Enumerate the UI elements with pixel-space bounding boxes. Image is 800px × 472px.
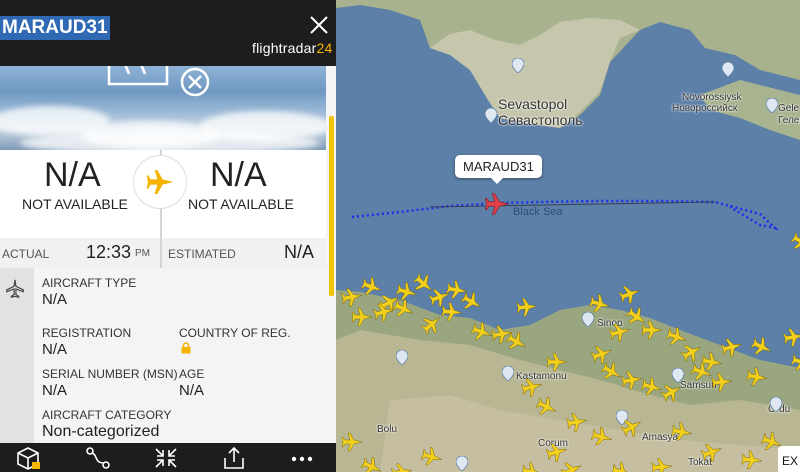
aircraft-photo[interactable]: [0, 66, 326, 150]
airport-pin-icon[interactable]: [512, 58, 524, 73]
registration-value: N/A: [42, 341, 68, 358]
no-photo-cross-icon: [180, 67, 210, 97]
route-plane-badge: [134, 156, 186, 208]
expand-button[interactable]: EX: [778, 446, 800, 472]
registration-label: REGISTRATION: [42, 326, 132, 340]
aircraft-icon-column: [0, 268, 34, 443]
aircraft-type-label: AIRCRAFT TYPE: [42, 276, 137, 290]
estimated-value: N/A: [284, 242, 315, 262]
aircraft-type-icon: [6, 279, 24, 299]
airport-pin-icon[interactable]: [502, 366, 514, 381]
flightradar24-logo: flightradar24: [252, 40, 332, 56]
lock-icon[interactable]: [180, 342, 192, 354]
airport-pin-icon[interactable]: [722, 62, 734, 77]
times-section: ACTUAL 12:33 PM ESTIMATED N/A: [0, 238, 326, 268]
traffic-aircraft-icon[interactable]: [514, 294, 540, 320]
actual-label: ACTUAL: [2, 247, 50, 261]
fit-view-icon[interactable]: [152, 445, 180, 471]
3d-view-icon[interactable]: [14, 445, 42, 471]
flight-callsign: MARAUD31: [0, 16, 110, 40]
city-novorossiysk: Novorossiysk: [682, 92, 742, 103]
traffic-aircraft-icon[interactable]: [780, 323, 800, 351]
airport-pin-icon[interactable]: [770, 397, 782, 412]
age-label: AGE: [179, 367, 205, 381]
traffic-aircraft-icon[interactable]: [649, 454, 675, 472]
traffic-aircraft-icon[interactable]: [545, 350, 569, 374]
traffic-aircraft-icon[interactable]: [340, 430, 364, 454]
traffic-aircraft-icon[interactable]: [743, 363, 771, 391]
traffic-aircraft-icon[interactable]: [439, 299, 465, 325]
close-icon[interactable]: [308, 14, 330, 36]
panel-header: MARAUD31 flightradar24: [0, 0, 336, 66]
flight-info-panel: MARAUD31 flightradar24 N/A NOT AVAILABLE…: [0, 0, 336, 472]
airport-pin-icon[interactable]: [456, 456, 468, 471]
msn-value: N/A: [42, 382, 68, 399]
msn-label: SERIAL NUMBER (MSN): [42, 367, 178, 381]
city-gelendzhik: Gele: [778, 103, 800, 114]
selected-aircraft-icon[interactable]: [483, 190, 511, 218]
category-value: Non-categorized: [42, 423, 160, 440]
route-icon[interactable]: [84, 445, 112, 471]
category-label: AIRCRAFT CATEGORY: [42, 408, 172, 422]
no-photo-icon: [107, 66, 169, 86]
more-icon[interactable]: [288, 445, 316, 471]
city-sevastopol: Sevastopol: [498, 96, 568, 112]
aircraft-callout[interactable]: MARAUD31: [455, 155, 542, 184]
destination-name: NOT AVAILABLE: [188, 196, 294, 212]
age-value: N/A: [179, 382, 205, 399]
aircraft-info: AIRCRAFT TYPE N/A REGISTRATION N/A COUNT…: [34, 268, 326, 443]
traffic-aircraft-icon[interactable]: [709, 369, 735, 395]
traffic-aircraft-icon[interactable]: [563, 408, 591, 436]
brand-number: 24: [316, 40, 333, 56]
origin-code[interactable]: N/A: [44, 156, 101, 195]
destination-code[interactable]: N/A: [210, 156, 267, 195]
airport-pin-icon[interactable]: [396, 350, 408, 365]
actual-time: 12:33: [86, 242, 132, 262]
panel-scrollbar[interactable]: [326, 66, 336, 443]
label-black-sea: Black Sea: [513, 206, 563, 218]
city-bolu: Bolu: [377, 424, 398, 435]
estimated-label: ESTIMATED: [168, 247, 236, 261]
traffic-aircraft-icon[interactable]: [640, 318, 664, 342]
origin-name: NOT AVAILABLE: [22, 196, 128, 212]
aircraft-type-value: N/A: [42, 291, 68, 308]
actual-ampm: PM: [135, 248, 150, 259]
brand-name: flightradar: [252, 40, 317, 56]
panel-toolbar: [0, 443, 336, 472]
scrollbar-thumb[interactable]: [329, 116, 334, 296]
city-gelendzhik-cyrillic: Гелен: [778, 115, 800, 126]
airport-pin-icon[interactable]: [485, 108, 497, 123]
share-icon[interactable]: [220, 445, 248, 471]
traffic-aircraft-icon[interactable]: [668, 418, 696, 446]
country-label: COUNTRY OF REG.: [179, 326, 291, 340]
city-novorossiysk-cyrillic: Новороссийск: [672, 103, 738, 114]
city-sevastopol-cyrillic: Севастополь: [498, 112, 583, 128]
airport-pin-icon[interactable]: [766, 98, 778, 113]
airplane-icon: [146, 170, 174, 194]
